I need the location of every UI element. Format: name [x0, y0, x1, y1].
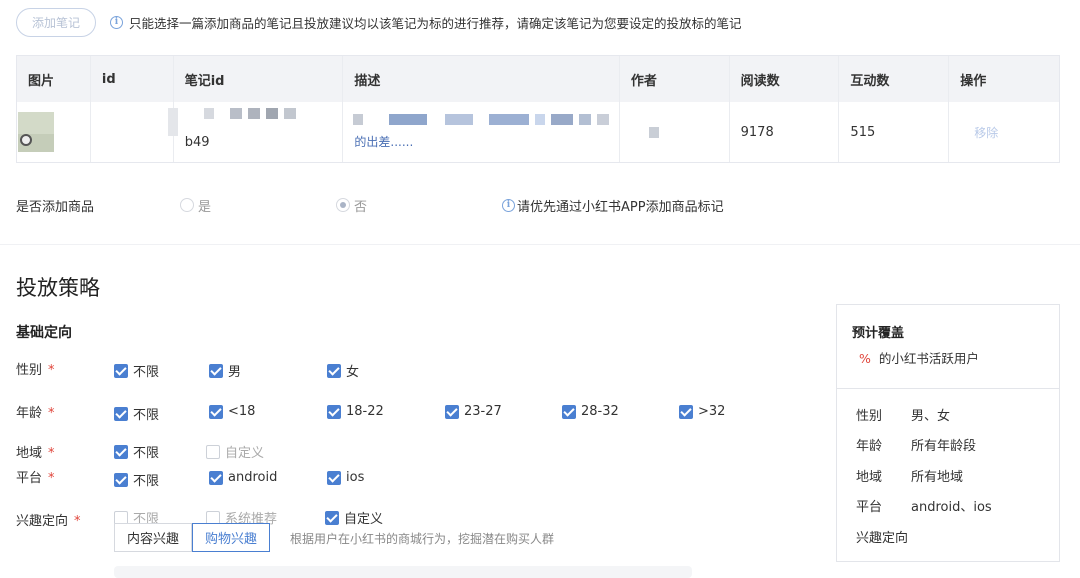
age-over32-checkbox[interactable]: >32: [679, 404, 725, 419]
notice: i 只能选择一篇添加商品的笔记且投放建议均以该笔记为标的进行推荐，请确定该笔记为…: [110, 13, 742, 32]
col-author: 作者: [620, 56, 730, 102]
gender-label: 性别 *: [16, 363, 55, 378]
age-any-checkbox[interactable]: 不限: [114, 404, 159, 423]
coverage-row-gender: 性别 男、女: [856, 409, 951, 424]
coverage-panel: 预计覆盖 % 的小红书活跃用户 性别 男、女 年龄 所有年龄段 地域 所有地域 平台 an…: [836, 304, 1060, 562]
note-thumbnail[interactable]: [18, 112, 54, 152]
coverage-divider: [837, 388, 1059, 389]
author-cell: [620, 102, 730, 162]
info-icon: i: [502, 198, 515, 212]
gender-male-checkbox[interactable]: 男: [209, 361, 241, 380]
checkbox-checked-icon: [679, 404, 693, 419]
reads-cell: 9178: [730, 102, 840, 162]
checkbox-checked-icon: [209, 363, 223, 378]
redacted-description: [353, 114, 610, 125]
description-text[interactable]: 的出差......: [354, 133, 413, 150]
col-id: id: [91, 56, 174, 102]
age-under18-checkbox[interactable]: <18: [209, 404, 255, 419]
platform-label: 平台 *: [16, 471, 55, 486]
checkbox-checked-icon: [114, 363, 128, 378]
redacted-note-id: [167, 108, 296, 136]
table-header: 图片 id 笔记id 描述 作者 阅读数 互动数 操作: [17, 56, 1059, 102]
col-actions: 操作: [960, 73, 987, 89]
note-thumbnail-cell: [17, 102, 91, 162]
basic-targeting-title: 基础定向: [16, 325, 72, 341]
notes-table: 图片 id 笔记id 描述 作者 阅读数 互动数 操作 b49 的出差.....…: [16, 55, 1060, 163]
region-any-checkbox[interactable]: 不限: [114, 442, 159, 461]
col-reads: 阅读数: [730, 56, 840, 102]
checkbox-checked-icon: [114, 472, 128, 487]
table-row: b49 的出差...... 9178 515 移除: [17, 102, 1059, 162]
coverage-percentage: % 的小红书活跃用户: [859, 351, 979, 366]
age-28-32-checkbox[interactable]: 28-32: [562, 404, 619, 419]
checkbox-checked-icon: [445, 404, 459, 419]
add-product-row: 是否添加商品 是 否 i 请优先通过小红书APP添加商品标记: [16, 196, 776, 215]
checkbox-checked-icon: [325, 510, 339, 525]
platform-any-checkbox[interactable]: 不限: [114, 470, 159, 489]
col-image: 图片: [17, 56, 91, 102]
product-hint: i 请优先通过小红书APP添加商品标记: [502, 196, 724, 215]
interest-custom-checkbox[interactable]: 自定义: [325, 508, 383, 527]
checkbox-checked-icon: [209, 470, 223, 485]
tab-hint: 根据用户在小红书的商城行为，挖掘潜在购买人群: [290, 532, 555, 546]
tab-content-interest[interactable]: 内容兴趣: [114, 523, 193, 552]
note-id-cell: b49: [167, 102, 344, 162]
interactions-cell: 515: [839, 102, 950, 162]
coverage-title: 预计覆盖: [852, 326, 905, 341]
region-custom-checkbox[interactable]: 自定义: [206, 442, 264, 461]
checkbox-checked-icon: [327, 363, 341, 378]
radio-checked-icon: [336, 198, 350, 212]
description-cell: 的出差......: [343, 102, 620, 162]
product-no-radio[interactable]: 否: [336, 196, 502, 215]
add-product-label: 是否添加商品: [16, 199, 95, 215]
age-18-22-checkbox[interactable]: 18-22: [327, 404, 384, 419]
product-yes-radio[interactable]: 是: [180, 196, 336, 215]
region-label: 地域 *: [16, 446, 55, 461]
top-bar: 添加笔记 i 只能选择一篇添加商品的笔记且投放建议均以该笔记为标的进行推荐，请确…: [16, 8, 742, 37]
section-divider: [0, 244, 1080, 245]
age-23-27-checkbox[interactable]: 23-27: [445, 404, 502, 419]
note-id-value: b49: [184, 135, 210, 150]
col-interactions: 互动数: [839, 56, 950, 102]
notice-text: 只能选择一篇添加商品的笔记且投放建议均以该笔记为标的进行推荐，请确定该笔记为您要…: [129, 16, 742, 31]
coverage-row-age: 年龄 所有年龄段: [856, 439, 977, 454]
add-note-button[interactable]: 添加笔记: [16, 8, 97, 37]
checkbox-checked-icon: [327, 404, 341, 419]
info-icon: i: [110, 16, 124, 29]
interest-label: 兴趣定向 *: [16, 514, 81, 529]
actions-cell: 移除: [949, 102, 1059, 162]
gender-female-checkbox[interactable]: 女: [327, 361, 359, 380]
strategy-title: 投放策略: [16, 276, 100, 300]
checkbox-checked-icon: [562, 404, 576, 419]
checkbox-checked-icon: [114, 406, 128, 421]
remove-button[interactable]: 移除: [974, 124, 998, 141]
col-note-id: 笔记id: [174, 56, 344, 102]
coverage-row-interest: 兴趣定向: [856, 531, 909, 546]
col-description: 描述: [343, 56, 620, 102]
platform-android-checkbox[interactable]: android: [209, 470, 277, 485]
id-cell: [91, 102, 174, 162]
redacted-author: [648, 126, 659, 138]
radio-unchecked-icon: [180, 198, 194, 212]
checkbox-unchecked-icon: [206, 444, 220, 459]
age-label: 年龄 *: [16, 406, 55, 421]
checkbox-checked-icon: [114, 444, 128, 459]
checkbox-checked-icon: [327, 470, 341, 485]
platform-ios-checkbox[interactable]: ios: [327, 470, 364, 485]
gender-any-checkbox[interactable]: 不限: [114, 361, 159, 380]
tab-shopping-interest[interactable]: 购物兴趣: [192, 523, 271, 552]
coverage-row-platform: 平台 android、ios: [856, 500, 992, 515]
interest-tabs: 内容兴趣 购物兴趣: [114, 523, 271, 552]
interest-panel: [114, 566, 692, 578]
checkbox-checked-icon: [209, 404, 223, 419]
coverage-row-region: 地域 所有地域: [856, 470, 964, 485]
